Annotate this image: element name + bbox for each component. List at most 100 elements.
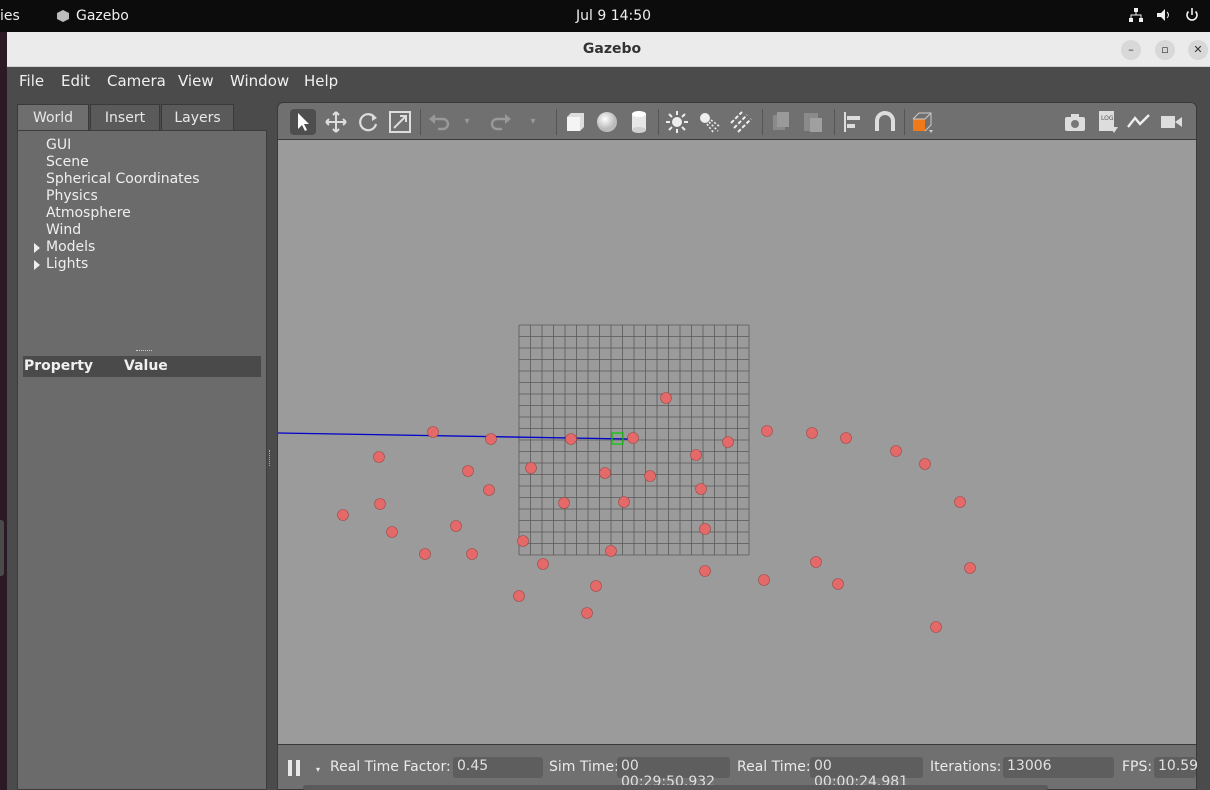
activities-button[interactable]: ies [0,8,20,24]
paste-icon[interactable] [800,109,826,135]
copy-icon[interactable] [768,109,794,135]
marker-sphere[interactable] [890,445,902,457]
pause-button[interactable] [288,760,302,776]
marker-sphere[interactable] [565,433,577,445]
network-icon[interactable] [1128,7,1144,23]
left-panel-resize-handle[interactable] [269,450,272,466]
marker-sphere[interactable] [605,545,617,557]
power-icon[interactable] [1184,7,1200,23]
maximize-button[interactable]: ▫ [1155,40,1175,60]
step-icon[interactable]: ▾ [316,765,320,774]
select-icon[interactable] [290,109,316,135]
marker-sphere[interactable] [930,621,942,633]
volume-icon[interactable] [1156,7,1172,23]
tab-layers[interactable]: Layers [161,104,234,130]
marker-sphere[interactable] [450,520,462,532]
tree-item-gui[interactable]: GUI [46,137,71,153]
box-icon[interactable] [562,109,588,135]
tree-item-scene[interactable]: Scene [46,154,89,170]
menu-help[interactable]: Help [304,72,338,90]
marker-sphere[interactable] [374,498,386,510]
marker-sphere[interactable] [373,451,385,463]
marker-sphere[interactable] [419,548,431,560]
scene-canvas[interactable] [278,140,1198,744]
marker-sphere[interactable] [758,574,770,586]
screenshot-icon[interactable] [1062,109,1088,135]
marker-sphere[interactable] [427,426,439,438]
cylinder-icon[interactable] [626,109,652,135]
marker-sphere[interactable] [964,562,976,574]
marker-sphere[interactable] [525,462,537,474]
point-light-icon[interactable] [664,109,690,135]
expand-models-icon[interactable] [34,243,40,253]
marker-sphere[interactable] [810,556,822,568]
minimize-button[interactable]: – [1121,40,1141,60]
app-menu[interactable]: Gazebo [56,8,129,24]
marker-sphere[interactable] [699,565,711,577]
tree-item-atmosphere[interactable]: Atmosphere [46,205,131,221]
spot-light-icon[interactable] [696,109,722,135]
marker-sphere[interactable] [954,496,966,508]
sphere-icon[interactable] [594,109,620,135]
menu-file[interactable]: File [19,72,44,90]
tree-item-models[interactable]: Models [46,239,95,255]
marker-sphere[interactable] [644,470,656,482]
marker-sphere[interactable] [537,558,549,570]
undo-icon[interactable] [426,109,452,135]
clock[interactable]: Jul 9 14:50 [576,8,651,24]
menu-window[interactable]: Window [230,72,289,90]
scale-icon[interactable] [387,109,413,135]
marker-sphere[interactable] [337,509,349,521]
tab-world[interactable]: World [17,104,89,130]
marker-sphere[interactable] [722,436,734,448]
marker-sphere[interactable] [590,580,602,592]
marker-sphere[interactable] [517,535,529,547]
marker-sphere[interactable] [660,392,672,404]
marker-sphere[interactable] [695,483,707,495]
redo-icon[interactable] [488,109,514,135]
marker-sphere[interactable] [462,465,474,477]
marker-sphere[interactable] [483,484,495,496]
marker-sphere[interactable] [466,548,478,560]
marker-sphere[interactable] [485,433,497,445]
rotate-icon[interactable] [355,109,381,135]
marker-sphere[interactable] [618,496,630,508]
menu-view[interactable]: View [178,72,214,90]
marker-sphere[interactable] [919,458,931,470]
marker-sphere[interactable] [558,497,570,509]
plot-icon[interactable] [1126,109,1152,135]
marker-sphere[interactable] [599,467,611,479]
system-tray[interactable] [1128,7,1200,23]
marker-sphere[interactable] [513,590,525,602]
title-bar[interactable]: Gazebo – ▫ ✕ [7,32,1210,67]
view-angle-icon[interactable] [910,109,936,135]
marker-sphere[interactable] [581,607,593,619]
tree-item-physics[interactable]: Physics [46,188,98,204]
panel-splitter[interactable] [136,350,152,352]
tree-item-spherical-coordinates[interactable]: Spherical Coordinates [46,171,200,187]
horizontal-scrollbar[interactable] [303,785,1048,790]
close-button[interactable]: ✕ [1188,40,1208,60]
tree-item-wind[interactable]: Wind [46,222,81,238]
menu-camera[interactable]: Camera [107,72,166,90]
directional-light-icon[interactable] [728,109,754,135]
marker-sphere[interactable] [386,526,398,538]
marker-sphere[interactable] [832,578,844,590]
marker-sphere[interactable] [627,432,639,444]
marker-sphere[interactable] [840,432,852,444]
video-icon[interactable] [1158,109,1184,135]
tab-insert[interactable]: Insert [90,104,160,130]
marker-sphere[interactable] [690,449,702,461]
marker-sphere[interactable] [699,523,711,535]
align-icon[interactable] [840,109,866,135]
log-icon[interactable]: LOG [1094,109,1120,135]
scene-viewport[interactable] [277,140,1197,744]
undo-dropdown-icon[interactable]: ▾ [454,109,480,135]
expand-lights-icon[interactable] [34,260,40,270]
menu-edit[interactable]: Edit [61,72,90,90]
snap-icon[interactable] [872,109,898,135]
marker-sphere[interactable] [761,425,773,437]
dock-item[interactable] [0,520,4,576]
translate-icon[interactable] [323,109,349,135]
redo-dropdown-icon[interactable]: ▾ [520,109,546,135]
